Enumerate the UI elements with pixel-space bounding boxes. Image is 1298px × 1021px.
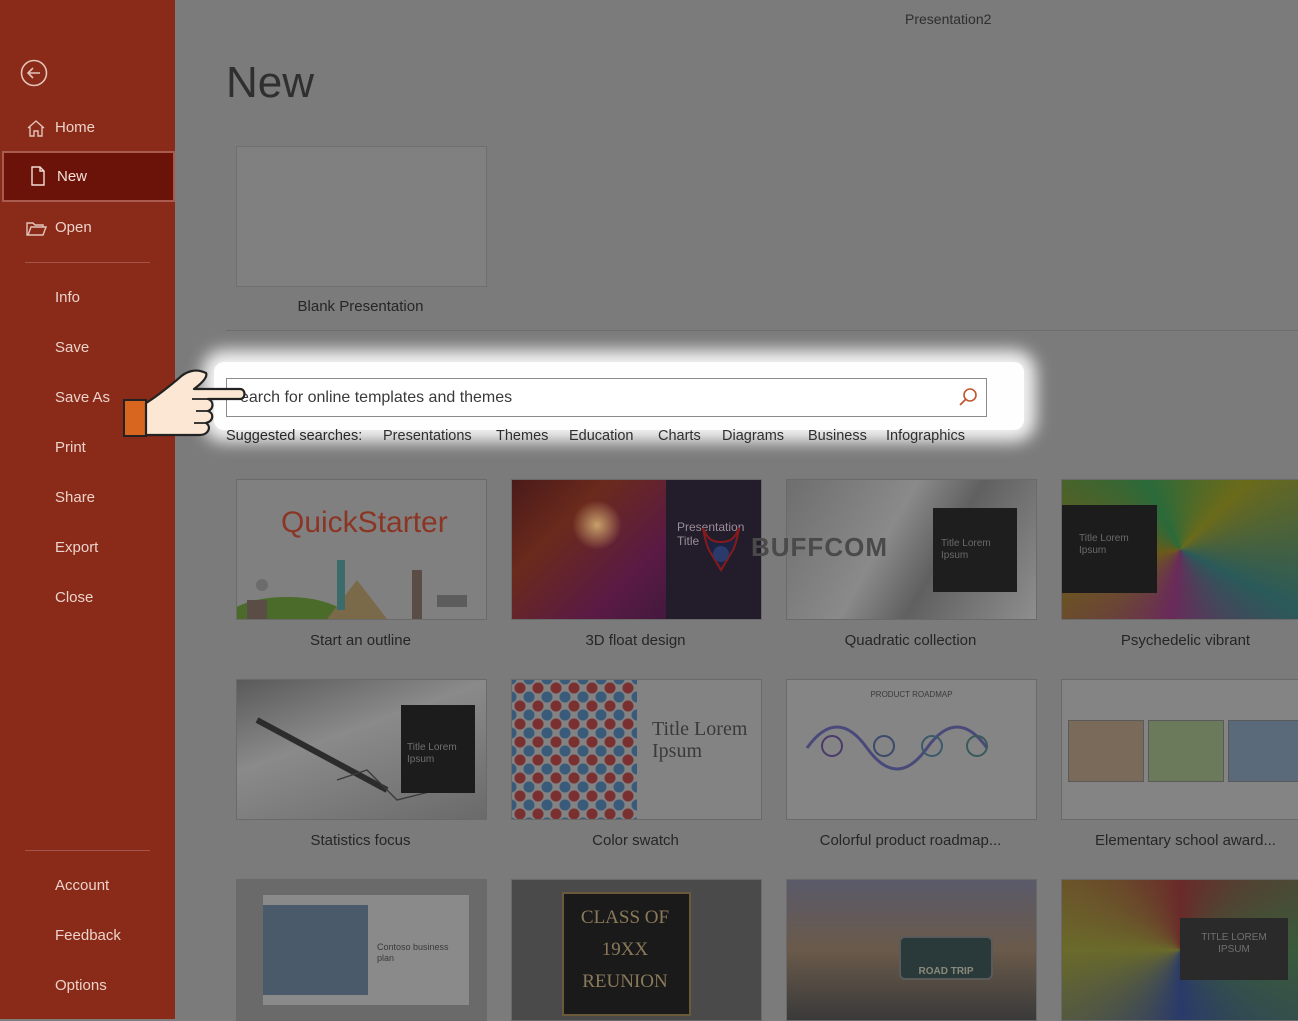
home-icon <box>27 120 45 137</box>
sidebar-item-open[interactable]: Open <box>0 203 175 253</box>
suggested-search-presentations[interactable]: Presentations <box>383 428 472 444</box>
landmarks-illustration <box>237 560 467 619</box>
sidebar-item-new[interactable]: New <box>2 151 175 202</box>
roadmap-illustration <box>805 725 989 771</box>
buffcom-watermark: BUFFCOM <box>693 520 893 576</box>
template-thumbnail-color-swatch[interactable]: Title Lorem Ipsum <box>511 679 762 820</box>
template-thumb-text: Title Lorem Ipsum <box>941 538 991 561</box>
template-label: Statistics focus <box>310 832 411 849</box>
template-thumbnail-statistics[interactable]: Title Lorem Ipsum <box>236 679 487 820</box>
template-thumbnail-psychedelic[interactable]: Title Lorem Ipsum <box>1061 479 1298 620</box>
search-input-text: earch for online templates and themes <box>240 389 513 406</box>
template-thumb-text: CLASS OF 19XX REUNION <box>580 907 670 992</box>
template-thumbnail-roadmap[interactable]: PRODUCT ROADMAP <box>786 679 1037 820</box>
sidebar-item-label: Save As <box>55 389 111 406</box>
bull-logo-icon <box>702 527 740 572</box>
template-thumb-text: Title Lorem Ipsum <box>1079 533 1129 556</box>
template-label: Colorful product roadmap... <box>819 832 1002 849</box>
suggested-search-education[interactable]: Education <box>569 428 634 444</box>
template-label: Color swatch <box>592 832 679 849</box>
sidebar-item-home[interactable]: Home <box>0 103 175 153</box>
template-label: Psychedelic vibrant <box>1120 632 1251 649</box>
backstage-sidebar: Home New Open Info Save Save As Print Sh… <box>0 0 175 1019</box>
suggested-search-infographics[interactable]: Infographics <box>886 428 965 444</box>
suggested-search-charts[interactable]: Charts <box>658 428 701 444</box>
template-thumbnail-class-reunion[interactable]: CLASS OF 19XX REUNION <box>511 879 762 1021</box>
sidebar-item-account[interactable]: Account <box>0 861 175 911</box>
sidebar-item-label: Save <box>55 339 90 356</box>
folder-open-icon <box>26 222 47 236</box>
blank-presentation-thumbnail[interactable] <box>236 146 487 287</box>
template-thumb-text: Contoso business plan <box>377 942 449 963</box>
back-arrow-icon[interactable] <box>20 59 48 87</box>
sidebar-item-label: Share <box>55 489 96 506</box>
sidebar-item-label: Home <box>55 119 96 136</box>
template-label: 3D float design <box>585 632 686 649</box>
template-thumb-text: QuickStarter <box>281 506 448 539</box>
suggested-search-diagrams[interactable]: Diagrams <box>722 428 784 444</box>
sidebar-item-close[interactable]: Close <box>0 573 175 623</box>
sidebar-item-options[interactable]: Options <box>0 961 175 1011</box>
sidebar-item-label: Account <box>55 877 110 894</box>
template-thumb-text: ROAD TRIP <box>918 966 974 977</box>
sidebar-divider <box>25 262 150 263</box>
template-thumbnail-business-plan[interactable]: Contoso business plan <box>236 879 487 1021</box>
sidebar-item-label: Close <box>55 589 94 606</box>
sidebar-item-label: New <box>57 168 88 185</box>
template-label: Elementary school award... <box>1095 832 1276 849</box>
template-thumbnail-geometric[interactable]: TITLE LOREM IPSUM <box>1061 879 1298 1021</box>
template-thumb-text: Title Lorem Ipsum <box>407 742 457 765</box>
template-label: Start an outline <box>310 632 411 649</box>
section-divider <box>226 330 1298 331</box>
blank-presentation-label: Blank Presentation <box>297 298 424 315</box>
search-icon[interactable] <box>957 386 979 408</box>
sidebar-item-label: Open <box>55 219 92 236</box>
sidebar-item-info[interactable]: Info <box>0 273 175 323</box>
suggested-search-business[interactable]: Business <box>808 428 867 444</box>
sidebar-item-export[interactable]: Export <box>0 523 175 573</box>
sidebar-item-feedback[interactable]: Feedback <box>0 911 175 961</box>
document-title: Presentation2 <box>905 11 992 27</box>
template-thumbnail-school-award[interactable] <box>1061 679 1298 820</box>
sidebar-item-label: Options <box>55 977 107 994</box>
watermark-text: BUFFCOM <box>751 532 888 562</box>
template-thumb-text: Title Lorem Ipsum <box>652 718 748 762</box>
template-thumb-text: TITLE LOREM IPSUM <box>1201 932 1267 955</box>
sidebar-item-share[interactable]: Share <box>0 473 175 523</box>
new-file-icon <box>31 166 45 186</box>
template-thumbnail-road-trip[interactable]: ROAD TRIP <box>786 879 1037 1021</box>
sidebar-item-label: Feedback <box>55 927 121 944</box>
pointing-hand-icon <box>123 369 246 437</box>
template-label: Quadratic collection <box>844 632 977 649</box>
suggested-search-themes[interactable]: Themes <box>496 428 548 444</box>
sidebar-item-label: Print <box>55 439 86 456</box>
sidebar-item-label: Export <box>55 539 99 556</box>
template-thumbnail-quickstarter[interactable]: QuickStarter <box>236 479 487 620</box>
sidebar-item-label: Info <box>55 289 81 306</box>
sidebar-divider <box>25 850 150 851</box>
template-thumb-text: PRODUCT ROADMAP <box>870 690 953 699</box>
page-title: New <box>226 58 315 107</box>
